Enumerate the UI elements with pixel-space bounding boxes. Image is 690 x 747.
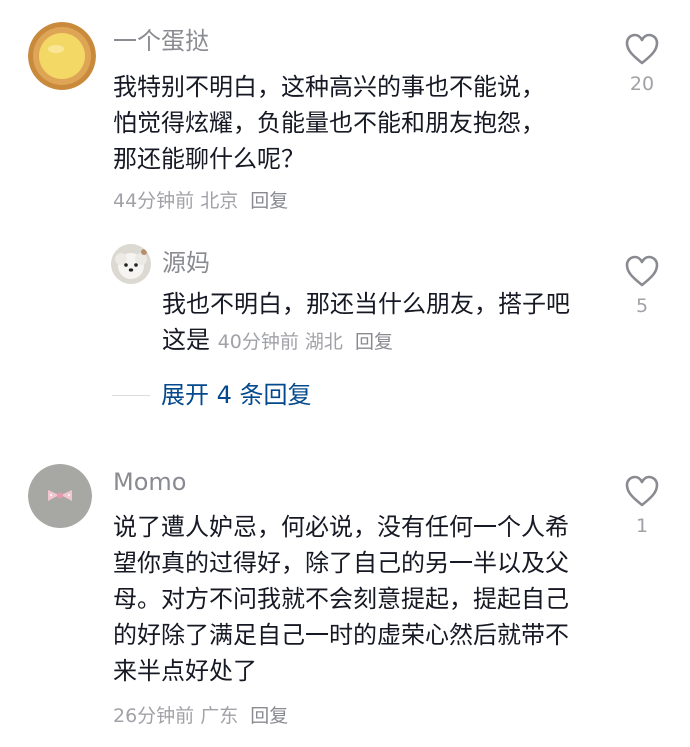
reply-meta: 40分钟前 湖北 回复 bbox=[218, 331, 393, 353]
reply-author-name[interactable]: 源妈 bbox=[162, 248, 210, 278]
reply-button[interactable]: 回复 bbox=[250, 190, 288, 212]
like-button[interactable]: 20 bbox=[618, 32, 666, 96]
comment-location: 广东 bbox=[200, 705, 239, 727]
expand-replies-button[interactable]: 展开 4 条回复 bbox=[161, 380, 312, 410]
pink-bow-avatar[interactable] bbox=[28, 464, 92, 528]
comment-time: 26分钟前 bbox=[113, 705, 195, 727]
comment-meta: 26分钟前 广东 回复 bbox=[113, 703, 288, 729]
like-count: 5 bbox=[635, 295, 649, 317]
reply-time: 40分钟前 bbox=[217, 331, 299, 353]
reply-button[interactable]: 回复 bbox=[355, 331, 393, 353]
comment-time: 44分钟前 bbox=[113, 190, 195, 212]
heart-outline-icon[interactable] bbox=[624, 474, 660, 508]
like-count: 20 bbox=[629, 73, 655, 95]
comment-author-name[interactable]: Momo bbox=[113, 467, 186, 497]
reply-button[interactable]: 回复 bbox=[250, 705, 288, 727]
expand-divider bbox=[112, 395, 150, 396]
like-button[interactable]: 1 bbox=[618, 474, 666, 538]
heart-outline-icon[interactable] bbox=[624, 32, 660, 66]
comment-location: 北京 bbox=[200, 190, 239, 212]
comment-text: 我特别不明白，这种高兴的事也不能说，怕觉得炫耀，负能量也不能和朋友抱怨，那还能聊… bbox=[113, 73, 545, 173]
reply-text: 我也不明白，那还当什么朋友，搭子吧这是 40分钟前 湖北 回复 bbox=[162, 286, 582, 360]
comment-meta: 44分钟前 北京 回复 bbox=[113, 188, 288, 214]
reply-location: 湖北 bbox=[304, 331, 343, 353]
like-count: 1 bbox=[635, 515, 649, 537]
heart-outline-icon[interactable] bbox=[624, 254, 660, 288]
like-button[interactable]: 5 bbox=[618, 254, 666, 318]
white-dog-avatar[interactable] bbox=[111, 244, 151, 284]
egg-tart-avatar[interactable] bbox=[28, 22, 96, 90]
comment-author-name[interactable]: 一个蛋挞 bbox=[113, 26, 209, 56]
comment-text: 说了遭人妒忌，何必说，没有任何一个人希望你真的过得好，除了自己的另一半以及父母。… bbox=[113, 513, 569, 685]
